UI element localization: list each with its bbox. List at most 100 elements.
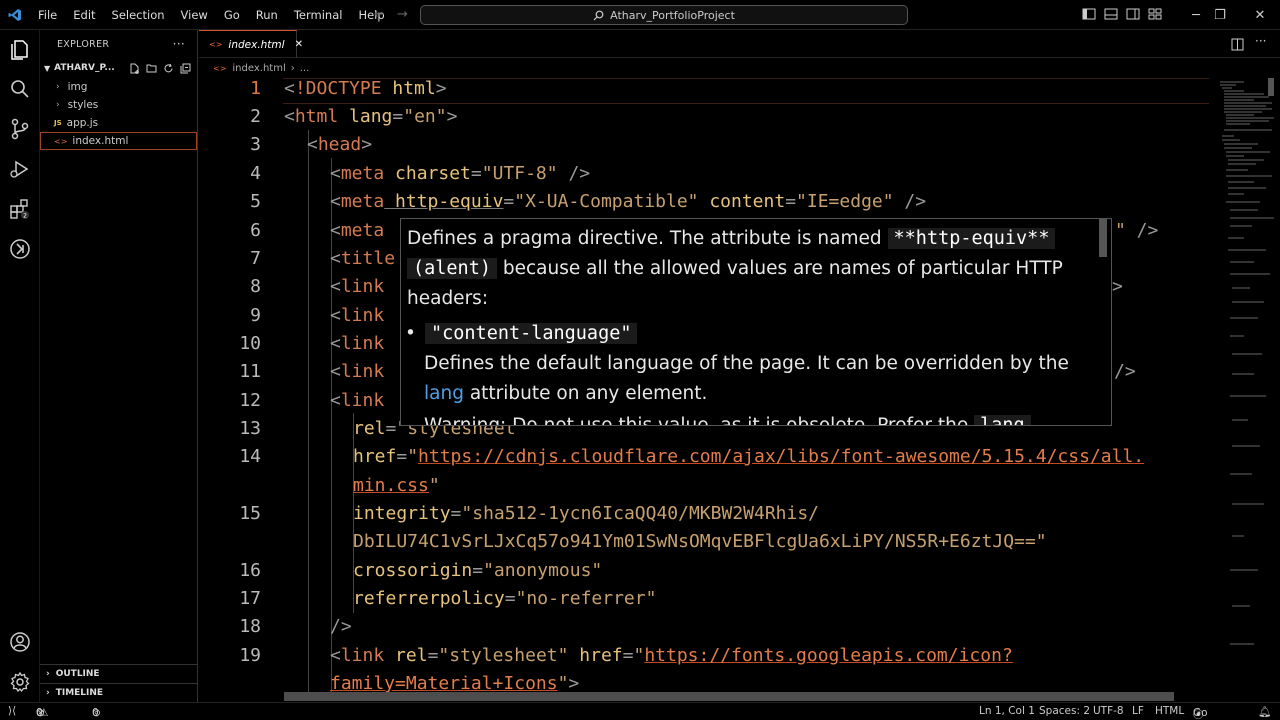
code-line-tail: /> — [1114, 361, 1136, 382]
javascript-file-icon: JS — [54, 119, 62, 127]
svg-text:2: 2 — [23, 213, 27, 220]
menu-file[interactable]: File — [30, 0, 65, 30]
editor-tabs: <> index.html ✕ ··· — [199, 30, 1280, 58]
html-file-icon: <> — [213, 63, 227, 73]
menu-help[interactable]: Help — [350, 0, 392, 30]
tree-item-label: img — [67, 81, 88, 93]
line-number: 4 — [250, 163, 261, 184]
line-number: 15 — [239, 503, 261, 524]
close-window-button[interactable]: ✕ — [1240, 0, 1280, 30]
tree-item-index-html[interactable]: <> index.html — [40, 132, 197, 150]
new-folder-icon[interactable] — [146, 63, 157, 74]
maximize-button[interactable]: ❐ — [1200, 0, 1240, 30]
code-line: <head> — [307, 134, 373, 155]
menu-selection[interactable]: Selection — [104, 0, 173, 30]
tree-item-label: index.html — [72, 135, 129, 147]
tab-close-icon[interactable]: ✕ — [295, 39, 303, 50]
html-file-icon: <> — [54, 136, 68, 146]
chevron-right-icon: › — [56, 82, 60, 92]
minimap[interactable] — [1214, 78, 1280, 693]
cursor-position[interactable]: Ln 1, Col 1 — [979, 705, 1035, 717]
run-debug-icon[interactable] — [8, 157, 32, 181]
tree-item-app-js[interactable]: JS app.js — [40, 114, 197, 132]
code-line: <html lang="en"> — [284, 106, 458, 127]
remote-indicator-icon[interactable]: ⟩⟨ — [8, 705, 16, 717]
source-control-icon[interactable] — [8, 117, 32, 141]
collapse-all-icon[interactable] — [180, 63, 191, 74]
horizontal-scrollbar[interactable] — [284, 692, 1174, 701]
menu-go[interactable]: Go — [216, 0, 248, 30]
line-number: 5 — [250, 191, 261, 212]
vscode-logo-icon — [0, 0, 30, 30]
remote-explorer-icon[interactable] — [8, 237, 32, 261]
timeline-label: TIMELINE — [55, 688, 104, 698]
chevron-right-icon: › — [56, 100, 60, 110]
tooltip-scrollbar[interactable] — [1099, 219, 1107, 257]
line-number: 9 — [250, 305, 261, 326]
hover-text: attribute on any element. — [463, 383, 708, 404]
end-of-line[interactable]: LF — [1132, 705, 1144, 717]
code-line: <title — [330, 248, 396, 269]
split-editor-icon[interactable] — [1231, 38, 1244, 51]
accounts-icon[interactable] — [8, 630, 32, 654]
line-number: 7 — [250, 248, 261, 269]
menu-run[interactable]: Run — [248, 0, 286, 30]
indentation[interactable]: Spaces: 2 — [1039, 705, 1090, 717]
settings-gear-icon[interactable] — [8, 670, 32, 694]
bullet-icon: • — [405, 323, 416, 344]
tree-item-label: styles — [67, 99, 99, 111]
new-file-icon[interactable] — [129, 63, 140, 74]
tree-item-label: app.js — [66, 117, 99, 129]
language-mode[interactable]: HTML — [1155, 705, 1184, 717]
tab-index-html[interactable]: <> index.html ✕ — [199, 30, 303, 58]
extensions-icon[interactable]: 2 — [8, 197, 32, 221]
search-icon[interactable] — [8, 77, 32, 101]
encoding[interactable]: UTF-8 — [1093, 705, 1124, 717]
toggle-panel-icon[interactable] — [1104, 7, 1118, 21]
toggle-secondary-sidebar-icon[interactable] — [1126, 7, 1140, 21]
code-line-tail: " /> — [1115, 220, 1159, 241]
back-arrow-icon[interactable]: ← — [374, 7, 385, 22]
line-number: 10 — [239, 333, 261, 354]
hover-code: **http-equiv** — [887, 228, 1056, 249]
menu-view[interactable]: View — [173, 0, 216, 30]
explorer-sidebar: EXPLORER ··· ▼ ATHARV_P... › img › style… — [40, 30, 198, 702]
project-folder-header[interactable]: ▼ ATHARV_P... — [40, 58, 197, 78]
explorer-title: EXPLORER — [57, 38, 110, 50]
menu-terminal[interactable]: Terminal — [286, 0, 351, 30]
toggle-primary-sidebar-icon[interactable] — [1082, 7, 1096, 21]
hover-code: lang — [974, 415, 1031, 425]
code-line: referrerpolicy="no-referrer" — [353, 588, 657, 609]
hover-code: "content-language" — [425, 323, 638, 344]
command-center-search[interactable]: Atharv_PortfolioProject — [420, 5, 908, 25]
code-line: <!DOCTYPE html> — [284, 78, 447, 99]
hover-text: Warning: Do not use this value, as it is… — [424, 415, 975, 426]
outline-section[interactable]: › OUTLINE — [40, 664, 198, 683]
timeline-section[interactable]: › TIMELINE — [40, 683, 198, 702]
line-number: 17 — [239, 588, 261, 609]
explorer-icon[interactable] — [8, 38, 32, 62]
line-number: 3 — [250, 134, 261, 155]
tree-item-styles[interactable]: › styles — [40, 96, 197, 114]
code-line: <link — [330, 361, 385, 382]
line-number: 8 — [250, 276, 261, 297]
chevron-down-icon: ▼ — [44, 63, 51, 73]
tree-item-img[interactable]: › img — [40, 78, 197, 96]
breadcrumb-file[interactable]: index.html — [232, 63, 285, 74]
code-line: <meta http-equiv="X-UA-Compatible" conte… — [330, 191, 927, 212]
indent-guide — [308, 130, 309, 693]
menu-edit[interactable]: Edit — [65, 0, 103, 30]
breadcrumb-more[interactable]: ... — [300, 63, 310, 74]
more-actions-icon[interactable]: ··· — [1255, 34, 1266, 48]
code-line-wrap: family=Material+Icons"> — [330, 673, 580, 693]
customize-layout-icon[interactable] — [1148, 7, 1162, 21]
line-number: 13 — [239, 418, 261, 439]
explorer-more-actions[interactable]: ··· — [173, 37, 185, 51]
hover-tooltip[interactable]: Defines a pragma directive. The attribut… — [400, 218, 1112, 426]
lang-link[interactable]: lang — [424, 383, 464, 404]
breadcrumb: <> index.html › ... — [199, 58, 1280, 78]
notifications-bell-icon[interactable]: 🔔︎ — [1258, 705, 1271, 718]
refresh-icon[interactable] — [163, 63, 174, 74]
forward-arrow-icon[interactable]: → — [397, 7, 408, 22]
code-line: <meta — [330, 220, 385, 241]
